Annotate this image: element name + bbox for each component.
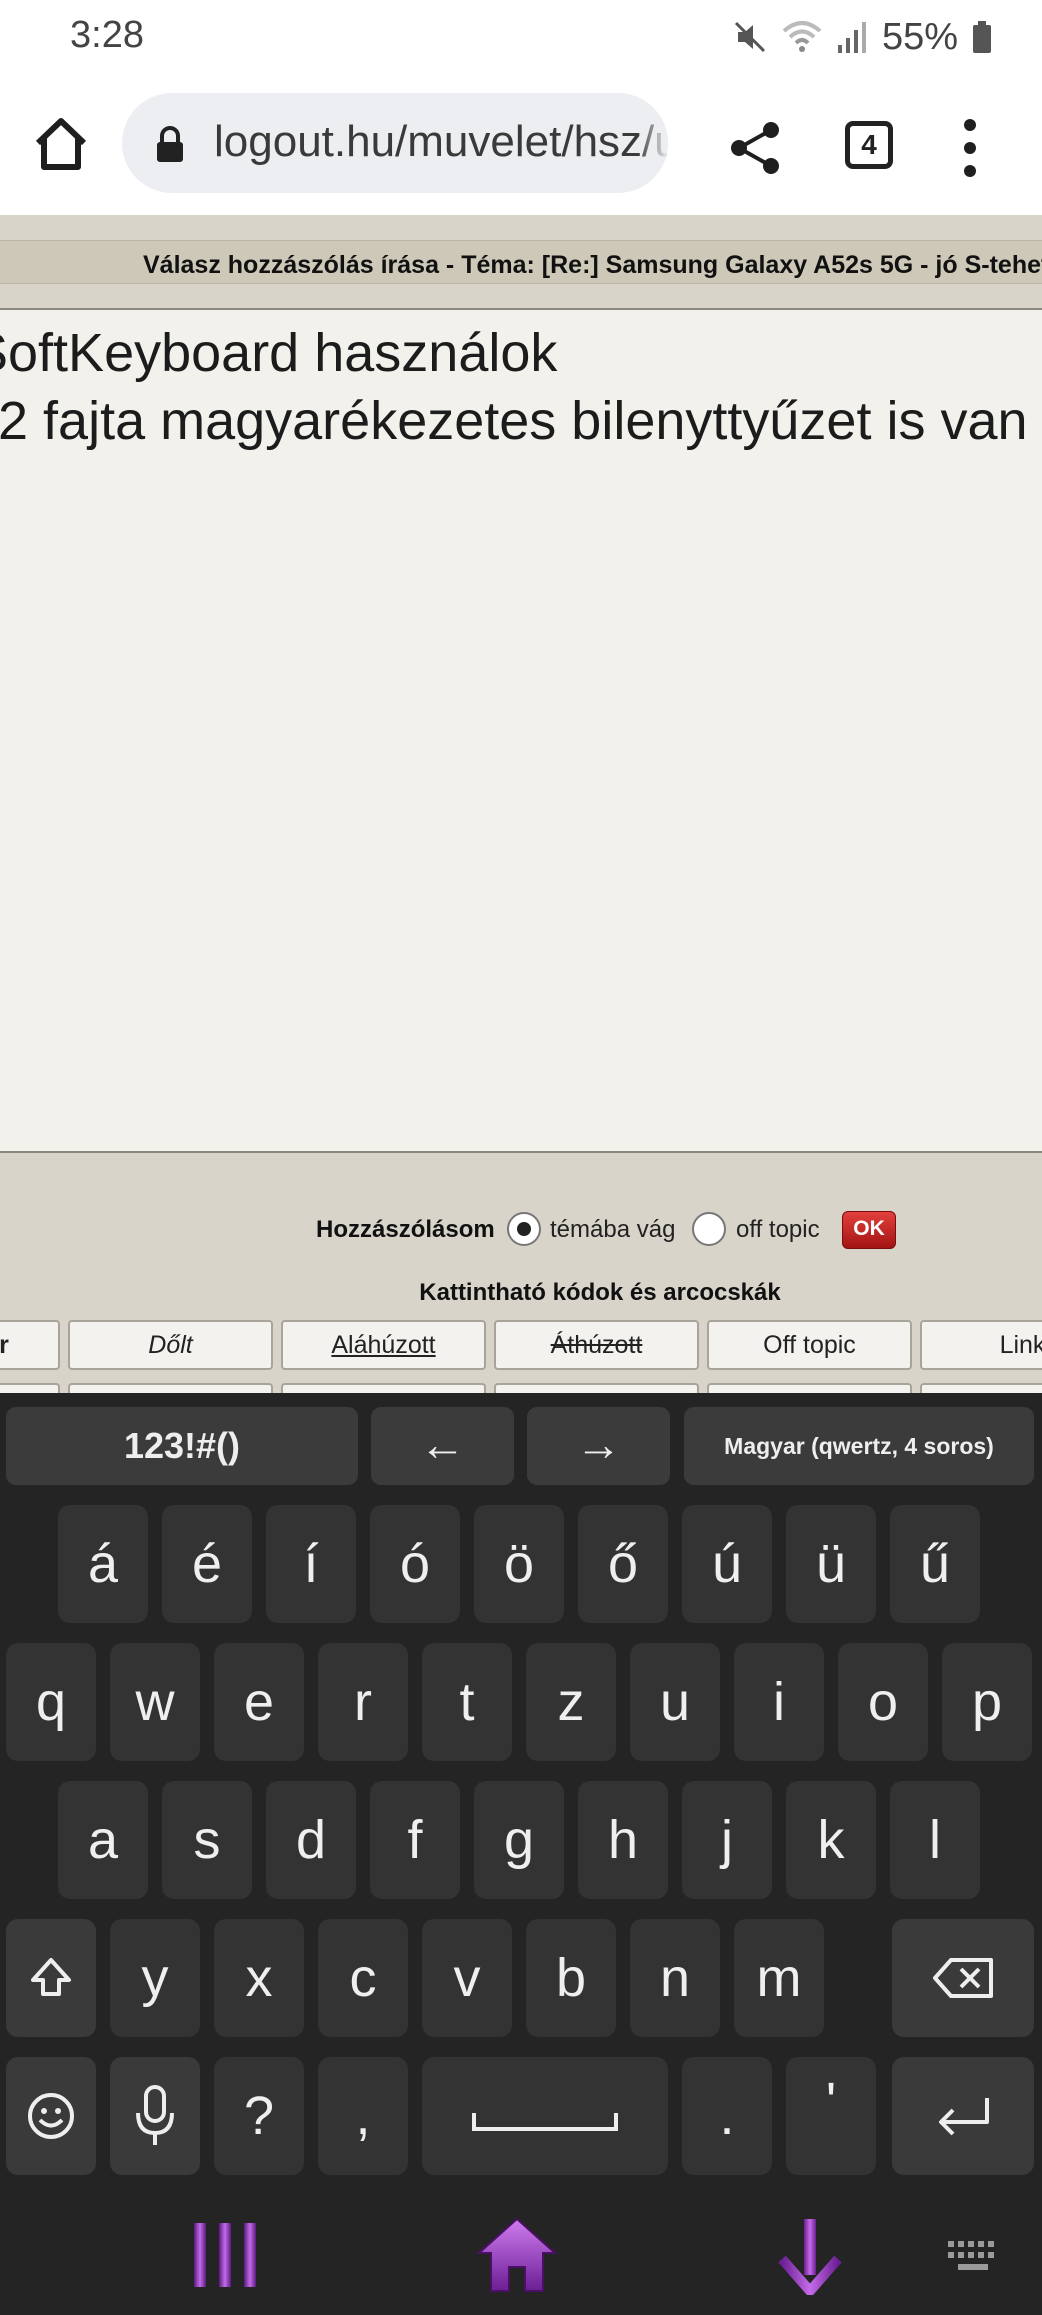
ok-button[interactable]: OK [842,1211,896,1249]
post-type-row: Hozzászólásom témába vág off topic OK [0,1200,1042,1250]
battery-icon [972,19,992,55]
key-u-umlaut[interactable]: ü [786,1505,876,1623]
key-t[interactable]: t [422,1643,512,1761]
key-u-acute[interactable]: ú [682,1505,772,1623]
key-u[interactable]: u [630,1643,720,1761]
key-l[interactable]: l [890,1781,980,1899]
key-z[interactable]: z [526,1643,616,1761]
key-v[interactable]: v [422,1919,512,2037]
soft-keyboard: 123!#() ← → Magyar (qwertz, 4 soros) á é… [0,1393,1042,2201]
status-bar: 3:28 55% [0,0,1042,75]
key-e-acute[interactable]: é [162,1505,252,1623]
key-o-umlaut[interactable]: ö [474,1505,564,1623]
enter-key[interactable] [892,2057,1034,2175]
hide-keyboard-icon[interactable] [778,2215,842,2300]
bold-code-button[interactable]: Félkövér [0,1320,60,1370]
space-key[interactable] [422,2057,668,2175]
wifi-icon [782,19,822,55]
radio-on-topic[interactable] [507,1212,541,1246]
shift-key[interactable] [6,1919,96,2037]
key-q[interactable]: q [6,1643,96,1761]
address-bar[interactable]: logout.hu/muvelet/hsz/uj.php [122,93,668,193]
key-o-double-acute[interactable]: ő [578,1505,668,1623]
strike-code-button[interactable]: Áthúzott [494,1320,699,1370]
browser-toolbar: logout.hu/muvelet/hsz/uj.php 4 [0,75,1042,215]
topic-title: Válasz hozzászólás írása - Téma: [Re:] S… [143,251,1042,279]
key-apostrophe[interactable]: ' [786,2057,876,2175]
key-d[interactable]: d [266,1781,356,1899]
key-m[interactable]: m [734,1919,824,2037]
key-w[interactable]: w [110,1643,200,1761]
lock-icon [154,126,186,169]
key-e[interactable]: e [214,1643,304,1761]
key-b[interactable]: b [526,1919,616,2037]
right-arrow-key[interactable]: → [527,1407,670,1485]
tabs-icon[interactable]: 4 [845,121,893,169]
menu-icon[interactable] [950,115,990,181]
offtopic-code-button[interactable]: Off topic [707,1320,912,1370]
backspace-key[interactable] [892,1919,1034,2037]
key-o-acute[interactable]: ó [370,1505,460,1623]
key-r[interactable]: r [318,1643,408,1761]
key-c[interactable]: c [318,1919,408,2037]
code-button[interactable] [68,1383,273,1393]
key-comma[interactable]: , [318,2057,408,2175]
code-button[interactable] [0,1383,60,1393]
key-k[interactable]: k [786,1781,876,1899]
status-time: 3:28 [70,14,144,56]
editor-line: SoftKeyboard használok [0,323,558,383]
key-period[interactable]: . [682,2057,772,2175]
key-i-acute[interactable]: í [266,1505,356,1623]
home-icon[interactable] [30,113,92,175]
key-o[interactable]: o [838,1643,928,1761]
key-x[interactable]: x [214,1919,304,2037]
key-f[interactable]: f [370,1781,460,1899]
web-page: Válasz hozzászólás írása - Téma: [Re:] S… [0,215,1042,1393]
share-icon[interactable] [726,118,786,178]
key-a-acute[interactable]: á [58,1505,148,1623]
editor-line: 2 fajta magyarékezetes bilenyttyűzet is … [0,391,1028,451]
status-icons: 55% [732,12,992,62]
key-y[interactable]: y [110,1919,200,2037]
radio-off-topic-label[interactable]: off topic [736,1216,820,1244]
key-p[interactable]: p [942,1643,1032,1761]
key-u-double-acute[interactable]: ű [890,1505,980,1623]
mute-icon [732,19,768,55]
key-n[interactable]: n [630,1919,720,2037]
left-arrow-key[interactable]: ← [371,1407,514,1485]
navigation-bar [0,2201,1042,2315]
key-g[interactable]: g [474,1781,564,1899]
key-a[interactable]: a [58,1781,148,1899]
post-type-label: Hozzászólásom [316,1216,495,1243]
microphone-key[interactable] [110,2057,200,2175]
code-button[interactable] [920,1383,1042,1393]
battery-percent: 55% [881,15,958,58]
key-question[interactable]: ? [214,2057,304,2175]
emoji-key[interactable] [6,2057,96,2175]
codes-title: Kattintható kódok és arcocskák [419,1279,781,1306]
code-button[interactable] [707,1383,912,1393]
italic-code-button[interactable]: Dőlt [68,1320,273,1370]
key-j[interactable]: j [682,1781,772,1899]
signal-icon [836,19,868,55]
key-i[interactable]: i [734,1643,824,1761]
link-code-button[interactable]: Link [920,1320,1042,1370]
topic-header: Válasz hozzászólás írása - Téma: [Re:] S… [0,240,1042,284]
recent-apps-icon[interactable] [190,2219,260,2296]
reply-textarea[interactable]: SoftKeyboard használok 2 fajta magyaréke… [0,308,1042,1153]
key-h[interactable]: h [578,1781,668,1899]
code-button[interactable] [494,1383,699,1393]
keyboard-switch-icon[interactable] [946,2239,1002,2278]
home-nav-icon[interactable] [475,2215,559,2300]
code-button[interactable] [281,1383,486,1393]
underline-code-button[interactable]: Aláhúzott [281,1320,486,1370]
key-s[interactable]: s [162,1781,252,1899]
language-key[interactable]: Magyar (qwertz, 4 soros) [684,1407,1034,1485]
radio-off-topic[interactable] [692,1212,726,1246]
symbols-key[interactable]: 123!#() [6,1407,358,1485]
url-text: logout.hu/muvelet/hsz/uj.php [214,117,668,166]
radio-on-topic-label[interactable]: témába vág [550,1216,675,1244]
